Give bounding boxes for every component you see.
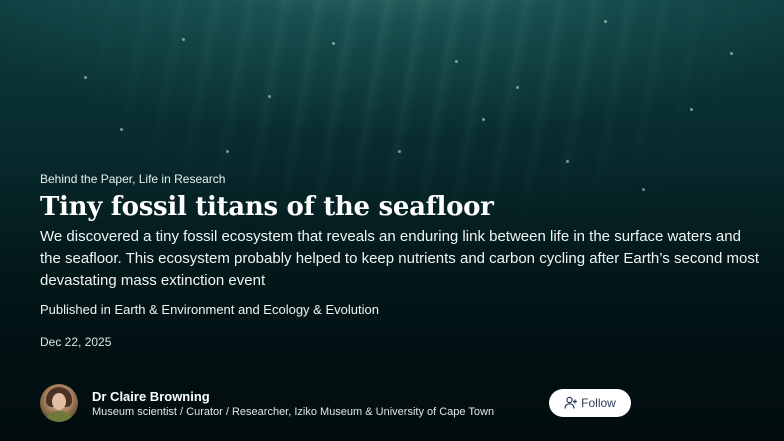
- publish-date: Dec 22, 2025: [40, 335, 112, 349]
- author-name[interactable]: Dr Claire Browning: [92, 389, 494, 404]
- follow-button[interactable]: Follow: [549, 389, 631, 417]
- article-categories[interactable]: Behind the Paper, Life in Research: [40, 172, 760, 186]
- author-block[interactable]: Dr Claire Browning Museum scientist / Cu…: [40, 384, 494, 422]
- person-plus-icon: [564, 396, 578, 410]
- follow-label: Follow: [581, 396, 616, 410]
- author-role: Museum scientist / Curator / Researcher,…: [92, 405, 495, 418]
- published-in[interactable]: Published in Earth & Environment and Eco…: [40, 302, 760, 317]
- article-summary: We discovered a tiny fossil ecosystem th…: [40, 228, 760, 289]
- author-avatar[interactable]: [40, 384, 78, 422]
- author-text: Dr Claire Browning Museum scientist / Cu…: [92, 389, 494, 418]
- article-header: Behind the Paper, Life in Research Tiny …: [40, 172, 760, 349]
- article-title: Tiny fossil titans of the seafloor: [40, 192, 494, 222]
